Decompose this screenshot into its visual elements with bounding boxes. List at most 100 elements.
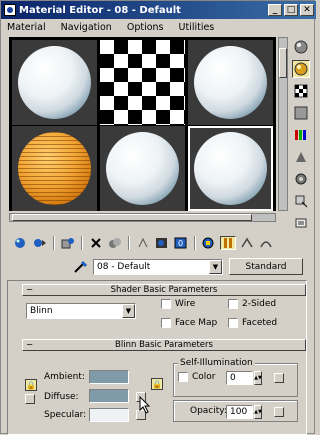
sample-sphere — [194, 132, 267, 205]
make-preview-icon[interactable] — [292, 148, 310, 166]
separator — [81, 236, 83, 250]
spinner[interactable]: ▲▼ — [254, 371, 262, 385]
faceted-label: Faceted — [242, 318, 278, 328]
sample-slots — [9, 37, 276, 211]
face-map-checkbox[interactable]: Face Map — [161, 318, 217, 328]
menu-material[interactable]: Material — [7, 22, 46, 33]
diffuse-color-swatch[interactable] — [89, 389, 129, 403]
two-sided-checkbox[interactable]: 2-Sided — [228, 299, 276, 309]
bottom-toolbar: 0 — [13, 235, 313, 251]
blinn-rollout-title: Blinn Basic Parameters — [115, 340, 213, 350]
pick-from-object-icon[interactable] — [73, 260, 89, 277]
lock-button[interactable] — [25, 394, 35, 404]
wire-checkbox[interactable]: Wire — [161, 299, 195, 309]
material-navigator-icon[interactable] — [292, 214, 310, 232]
show-end-result-icon[interactable] — [220, 236, 236, 250]
put-to-scene-icon[interactable] — [32, 236, 48, 250]
make-unique-icon[interactable] — [135, 236, 151, 250]
backlight-icon[interactable] — [292, 60, 310, 78]
uv-tiling-icon[interactable] — [292, 104, 310, 122]
shader-rollout-header[interactable]: − Shader Basic Parameters — [22, 284, 306, 296]
ambient-label: Ambient: — [44, 372, 85, 382]
sample-slot[interactable] — [100, 40, 185, 125]
get-material-icon[interactable] — [13, 236, 29, 250]
material-name-combo[interactable]: 08 - Default ▼ — [93, 259, 223, 275]
opacity-label: Opacity: — [190, 406, 227, 416]
ambient-color-swatch[interactable] — [89, 370, 129, 384]
checkbox-box[interactable] — [178, 372, 188, 382]
close-button[interactable]: ✕ — [300, 4, 314, 16]
spinner[interactable]: ▲▼ — [254, 405, 262, 419]
opacity-map-button[interactable] — [274, 407, 284, 417]
separator — [194, 236, 196, 250]
menu-utilities[interactable]: Utilities — [179, 22, 215, 33]
collapse-icon: − — [26, 285, 34, 295]
slots-horizontal-scrollbar[interactable] — [9, 213, 276, 222]
scroll-thumb[interactable] — [12, 214, 252, 221]
checker-pattern — [100, 40, 185, 125]
opacity-value-field[interactable]: 100 — [226, 405, 253, 419]
options-icon[interactable] — [292, 170, 310, 188]
sample-sphere — [18, 46, 91, 119]
faceted-checkbox[interactable]: Faceted — [228, 318, 277, 328]
sample-type-icon[interactable] — [292, 38, 310, 56]
material-name-bar: 08 - Default ▼ Standard — [73, 258, 313, 276]
background-icon[interactable] — [292, 82, 310, 100]
slots-vertical-scrollbar[interactable] — [278, 37, 288, 211]
go-to-parent-icon[interactable] — [239, 236, 255, 250]
menu-options[interactable]: Options — [127, 22, 164, 33]
two-sided-label: 2-Sided — [242, 299, 277, 309]
separator — [128, 236, 130, 250]
material-id-channel-icon[interactable]: 0 — [173, 236, 189, 250]
chevron-down-icon[interactable]: ▼ — [209, 260, 222, 274]
lock-icon[interactable]: 🔒 — [151, 378, 163, 390]
app-icon — [4, 4, 16, 16]
shader-rollout-title: Shader Basic Parameters — [110, 285, 218, 295]
minimize-button[interactable]: _ — [268, 4, 282, 16]
checkbox-box[interactable] — [161, 318, 171, 328]
checkbox-box[interactable] — [228, 299, 238, 309]
self-illum-value-field[interactable]: 0 — [226, 371, 253, 385]
lock-icon[interactable]: 🔒 — [25, 379, 37, 391]
sample-slot[interactable] — [12, 126, 97, 211]
reset-icon[interactable] — [88, 236, 104, 250]
sample-slot[interactable] — [100, 126, 185, 211]
sample-sphere — [194, 46, 267, 119]
specular-color-swatch[interactable] — [89, 408, 129, 422]
select-by-material-icon[interactable] — [292, 192, 310, 210]
face-map-label: Face Map — [175, 318, 218, 328]
title-bar: Material Editor - 08 - Default _ □ ✕ — [1, 1, 316, 19]
checkbox-box[interactable] — [161, 299, 171, 309]
chevron-down-icon[interactable]: ▼ — [122, 304, 135, 318]
scroll-thumb[interactable] — [279, 48, 287, 78]
collapse-icon: − — [26, 340, 34, 350]
sample-sphere-orange — [18, 132, 91, 205]
side-toolbar — [292, 38, 312, 236]
assign-to-selection-icon[interactable] — [60, 236, 76, 250]
show-map-icon[interactable] — [201, 236, 217, 250]
material-type-button[interactable]: Standard — [229, 258, 303, 275]
video-color-check-icon[interactable] — [292, 126, 310, 144]
shader-type-combo[interactable]: Blinn ▼ — [26, 303, 136, 319]
put-to-library-icon[interactable] — [154, 236, 170, 250]
shader-type: Blinn — [30, 306, 53, 316]
menu-navigation[interactable]: Navigation — [61, 22, 112, 33]
self-illum-map-button[interactable] — [274, 373, 284, 383]
material-name: 08 - Default — [97, 262, 151, 272]
self-illumination-group: Self-Illumination Color 0 ▲▼ — [173, 358, 298, 397]
self-illum-color-checkbox[interactable]: Color — [178, 372, 216, 382]
sample-slot[interactable] — [188, 40, 273, 125]
svg-text:0: 0 — [178, 239, 183, 248]
make-copy-icon[interactable] — [107, 236, 123, 250]
maximize-button[interactable]: □ — [284, 4, 298, 16]
specular-label: Specular: — [44, 410, 87, 420]
checkbox-box[interactable] — [228, 318, 238, 328]
self-illumination-title: Self-Illumination — [178, 358, 255, 368]
blinn-rollout-header[interactable]: − Blinn Basic Parameters — [22, 339, 306, 351]
opacity-group: Opacity: 100 ▲▼ — [173, 400, 298, 422]
opacity-value: 100 — [230, 407, 248, 417]
sample-slot[interactable] — [12, 40, 97, 125]
go-forward-icon[interactable] — [258, 236, 274, 250]
sample-slot-active[interactable] — [188, 126, 273, 211]
menu-bar: Material Navigation Options Utilities — [1, 19, 316, 36]
